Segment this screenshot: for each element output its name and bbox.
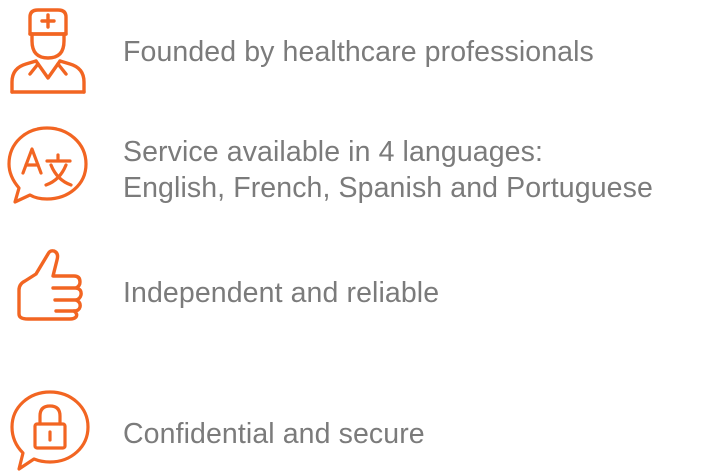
feature-text: Confidential and secure [123, 418, 425, 450]
doctor-icon [8, 8, 88, 98]
feature-text-line-2: English, French, Spanish and Portuguese [123, 172, 653, 204]
lock-speech-bubble-icon [10, 390, 90, 472]
feature-list: Founded by healthcare professionals Serv… [0, 0, 712, 472]
feature-text: Independent and reliable [123, 277, 440, 309]
feature-text-line-1: Service available in 4 languages: [123, 136, 543, 168]
feature-item-languages: Service available in 4 languages: Englis… [0, 118, 712, 228]
feature-item-healthcare: Founded by healthcare professionals [0, 0, 712, 110]
thumbs-up-icon [16, 248, 86, 321]
feature-text: Founded by healthcare professionals [123, 36, 594, 68]
feature-item-independent: Independent and reliable [0, 248, 712, 321]
feature-item-confidential: Confidential and secure [0, 388, 712, 472]
translate-speech-bubble-icon [7, 125, 89, 207]
